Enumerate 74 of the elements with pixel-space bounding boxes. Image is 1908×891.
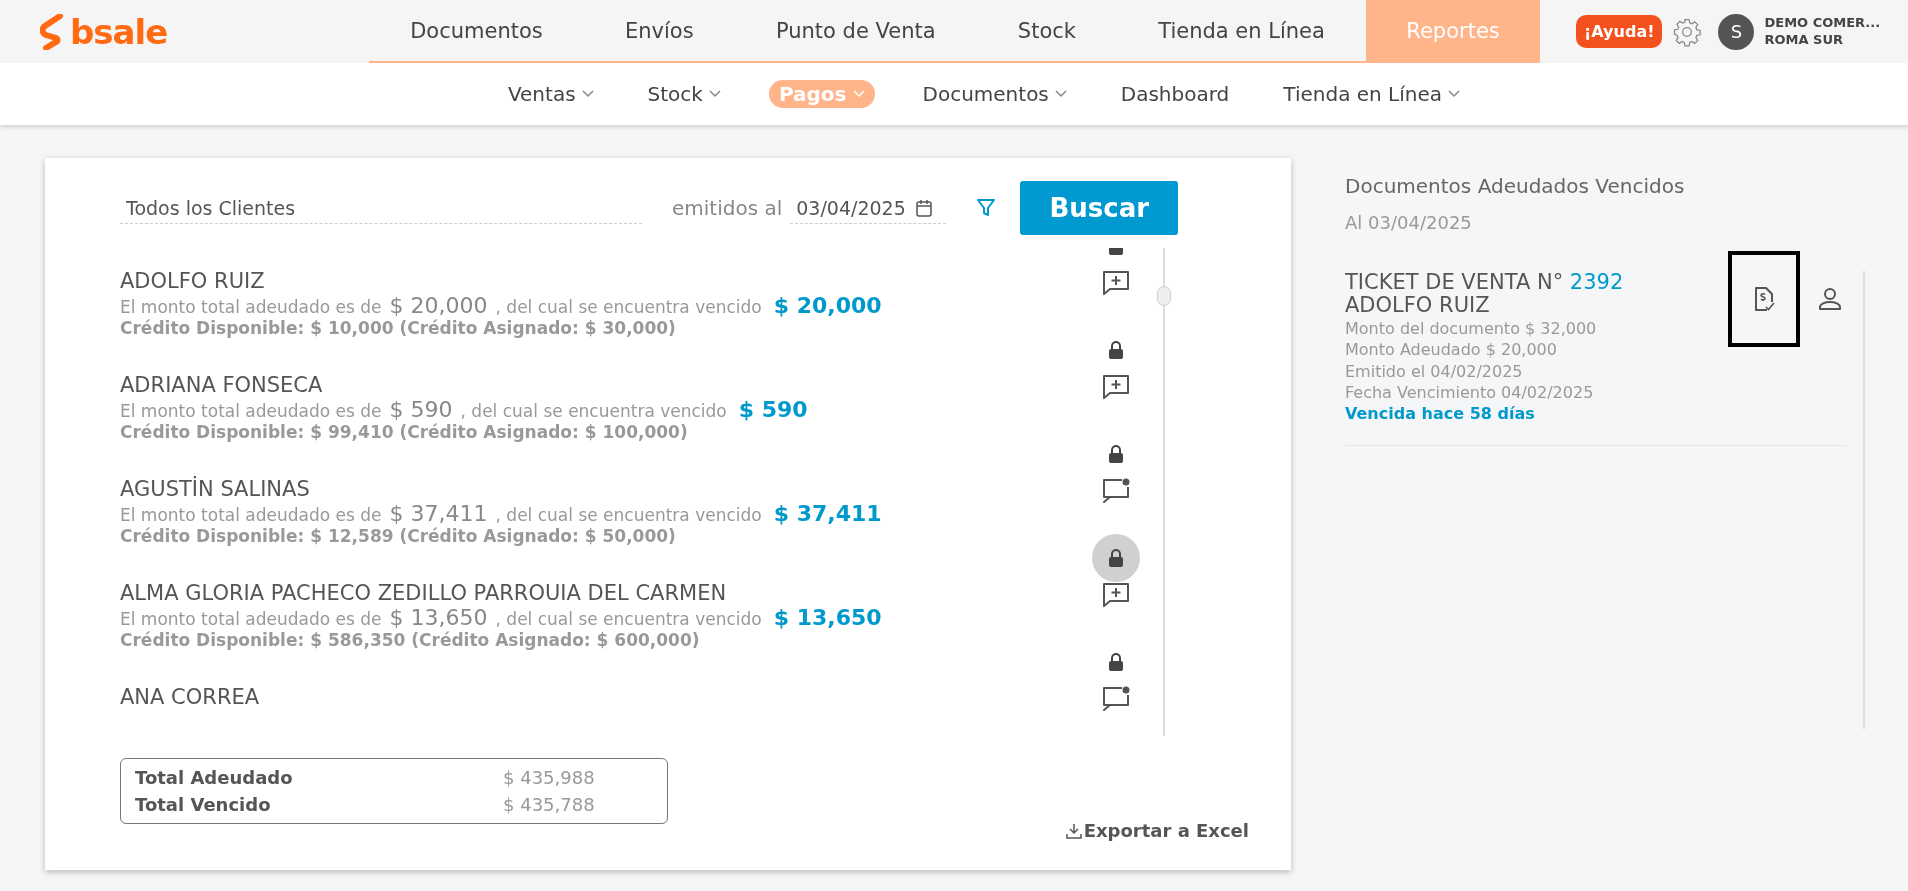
overdue-label: , del cual se encuentra vencido: [460, 401, 727, 422]
document-check-icon: [1753, 286, 1775, 312]
settings-icon[interactable]: [1672, 16, 1703, 47]
lock-icon[interactable]: [1092, 534, 1140, 582]
client-name: ADOLFO RUIZ: [120, 270, 266, 294]
nav-tab[interactable]: Tienda en Línea: [1117, 0, 1367, 61]
caret-icon: [581, 90, 594, 98]
client-name: ANA CORREA: [120, 686, 261, 710]
credit-text: Crédito Disponible: $ 99,410 (Crédito Asignado: $ 100,000): [120, 422, 689, 443]
subnav-tab[interactable]: Documentos: [916, 80, 1073, 108]
subnav-tab[interactable]: Dashboard: [1114, 80, 1236, 108]
nav-tab[interactable]: Envíos: [583, 0, 735, 61]
logo-text: bsale: [70, 11, 168, 52]
subnav-tab[interactable]: Stock: [641, 80, 727, 108]
overdue-amount: $ 20,000: [773, 293, 882, 319]
add-comment-icon[interactable]: [1102, 582, 1130, 608]
add-comment-icon[interactable]: [1102, 374, 1130, 400]
overdue-label: , del cual se encuentra vencido: [495, 505, 762, 526]
subnav-tab[interactable]: Ventas: [501, 80, 600, 108]
credit-text: Crédito Disponible: $ 10,000 (Crédito Asignado: $ 30,000): [120, 318, 677, 339]
caret-icon: [708, 90, 721, 98]
overdue-amount: $ 590: [738, 397, 808, 423]
owed-label: El monto total adeudado es de: [120, 609, 382, 630]
panel-date: Al 03/04/2025: [1345, 212, 1473, 233]
company-name: DEMO COMER...: [1764, 14, 1881, 32]
caret-icon: [852, 90, 865, 98]
comment-icon[interactable]: [1102, 478, 1130, 504]
filter-icon[interactable]: [976, 198, 997, 218]
nav-tab[interactable]: Stock: [976, 0, 1118, 61]
owed-label: El monto total adeudado es de: [120, 401, 382, 422]
document-client: ADOLFO RUIZ: [1345, 294, 1491, 318]
client-name: ADRIANA FONSECA: [120, 374, 324, 398]
document-detail: Monto del documento $ 32,000: [1345, 319, 1598, 339]
total-value: $ 435,788: [503, 794, 596, 815]
caret-icon: [1448, 90, 1461, 98]
user-avatar[interactable]: S: [1718, 13, 1755, 50]
comment-icon[interactable]: [1102, 686, 1130, 712]
document-detail: Emitido el 04/02/2025: [1345, 361, 1524, 381]
owed-label: El monto total adeudado es de: [120, 297, 382, 318]
date-field[interactable]: 03/04/2025: [796, 196, 907, 219]
branch-name: ROMA SUR: [1764, 31, 1844, 49]
overdue-amount: $ 37,411: [773, 501, 882, 527]
document-button[interactable]: [1728, 251, 1800, 347]
total-value: $ 435,988: [503, 767, 596, 788]
client-field[interactable]: Todos los Clientes: [120, 192, 642, 224]
total-label: Total Vencido: [135, 794, 272, 815]
panel-title: Documentos Adeudados Vencidos: [1345, 174, 1686, 198]
document-title: TICKET DE VENTA N° 2392: [1345, 271, 1625, 295]
subnav-tab[interactable]: Tienda en Línea: [1277, 80, 1467, 108]
logo-icon: [40, 13, 66, 50]
caret-icon: [1054, 90, 1067, 98]
document-detail: Fecha Vencimiento 04/02/2025: [1345, 382, 1595, 402]
date-label: emitidos al: [672, 196, 783, 220]
owed-amount: $ 590: [389, 397, 453, 423]
nav-tab[interactable]: Punto de Venta: [734, 0, 977, 61]
overdue-label: , del cual se encuentra vencido: [495, 609, 762, 630]
owed-amount: $ 13,650: [389, 605, 488, 631]
download-icon: [1065, 822, 1082, 839]
nav-tab[interactable]: Documentos: [369, 0, 584, 61]
owed-label: El monto total adeudado es de: [120, 505, 382, 526]
overdue-status: Vencida hace 58 días: [1345, 403, 1536, 423]
client-name: AGUSTİN SALINAS: [120, 478, 311, 502]
credit-text: Crédito Disponible: $ 586,350 (Crédito Asignado: $ 600,000): [120, 630, 701, 651]
owed-amount: $ 20,000: [389, 293, 488, 319]
document-detail: Monto Adeudado $ 20,000: [1345, 340, 1558, 360]
client-name: ALMA GLORIA PACHECO ZEDILLO PARROUIA DEL CARMEN: [120, 582, 728, 606]
credit-text: Crédito Disponible: $ 12,589 (Crédito Asignado: $ 50,000): [120, 526, 677, 547]
export-link[interactable]: Exportar a Excel: [1065, 820, 1249, 841]
overdue-amount: $ 13,650: [773, 605, 882, 631]
overdue-label: , del cual se encuentra vencido: [495, 297, 762, 318]
total-label: Total Adeudado: [135, 767, 294, 788]
owed-amount: $ 37,411: [389, 501, 488, 527]
add-comment-icon[interactable]: [1102, 270, 1130, 296]
calendar-icon[interactable]: [916, 198, 933, 217]
